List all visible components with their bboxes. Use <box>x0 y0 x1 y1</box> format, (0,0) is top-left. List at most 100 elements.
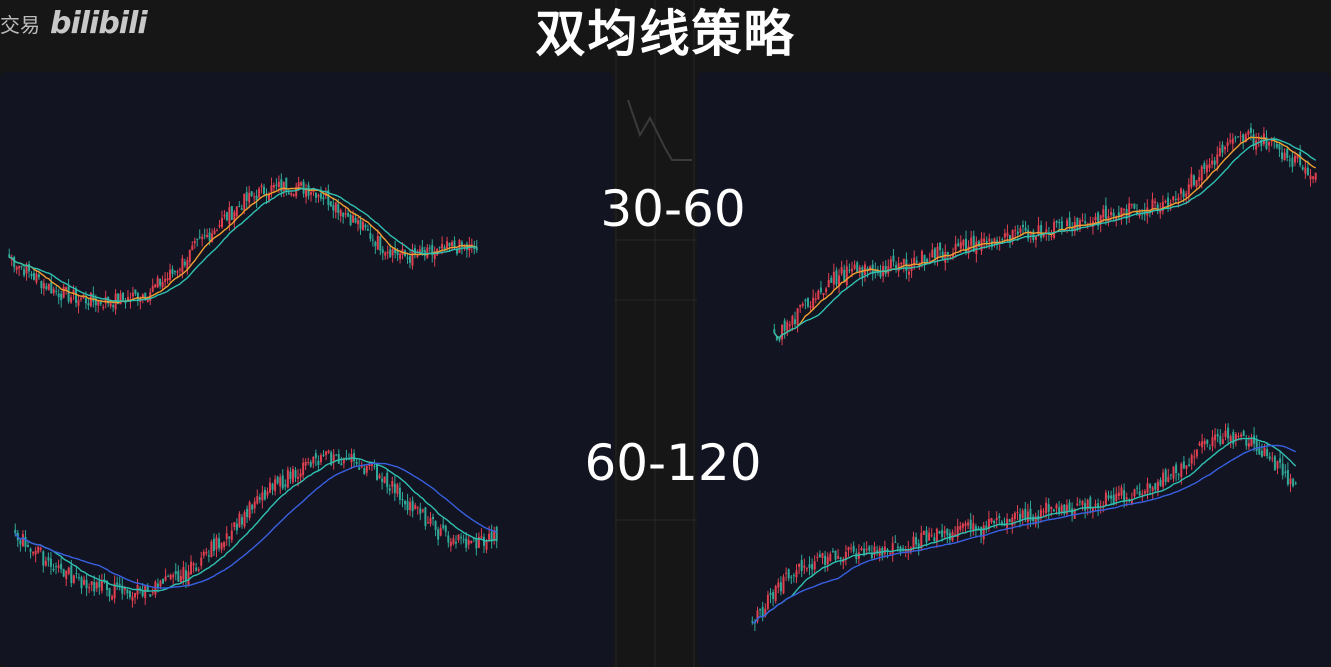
candle-body <box>1037 225 1040 236</box>
candle-body <box>284 484 287 487</box>
candle-body <box>378 475 381 479</box>
candle-body <box>1205 165 1208 173</box>
candle-body <box>102 307 105 309</box>
candle-body <box>270 185 273 192</box>
candle-body <box>1011 517 1014 526</box>
candle-body <box>900 263 903 265</box>
candle-body <box>452 538 455 544</box>
candle-body <box>32 551 35 554</box>
candle-body <box>1288 159 1291 161</box>
candle-body <box>37 546 40 553</box>
candle-body <box>411 250 414 266</box>
candle-body <box>401 499 404 501</box>
candle-body <box>65 287 68 290</box>
candle-body <box>1242 134 1245 142</box>
candle-body <box>1263 447 1266 456</box>
candle-body <box>889 259 892 269</box>
candle-body <box>327 450 330 453</box>
candle-body <box>961 523 964 528</box>
candle-body <box>240 208 243 210</box>
candle-body <box>55 566 58 568</box>
candle-body <box>202 552 205 556</box>
candle-body <box>200 557 203 566</box>
page-title: 双均线策略 <box>535 5 796 63</box>
candle-body <box>444 525 447 532</box>
left-chart-svg <box>8 173 498 608</box>
candle-body <box>334 202 337 213</box>
candle-body <box>428 247 431 249</box>
candle-body <box>457 534 460 541</box>
candle-body <box>1159 480 1162 486</box>
candlesticks <box>8 173 478 315</box>
candle-body <box>404 500 407 505</box>
candle-body <box>822 293 825 296</box>
candle-body <box>162 578 165 584</box>
candle-body <box>1019 228 1022 233</box>
candle-body <box>1076 217 1079 229</box>
candle-body <box>181 258 184 273</box>
ma-fast-line <box>752 437 1297 624</box>
candle-body <box>21 534 24 547</box>
candle-body <box>357 220 360 225</box>
candle-body <box>309 462 312 467</box>
candle-body <box>1216 434 1219 437</box>
candle-body <box>223 541 226 548</box>
candle-body <box>442 524 445 529</box>
candle-body <box>1104 205 1107 221</box>
candle-body <box>272 185 275 188</box>
candle-body <box>339 210 342 217</box>
candle-body <box>1271 458 1274 460</box>
candle-body <box>297 476 300 479</box>
candle-body <box>32 272 35 280</box>
ma-slow-line <box>773 138 1317 339</box>
candle-body <box>808 564 811 569</box>
candle-body <box>1003 233 1006 238</box>
candle-body <box>1192 175 1195 186</box>
candle-body <box>389 249 392 258</box>
candle-body <box>195 567 198 571</box>
candle-body <box>1045 502 1048 514</box>
candle-body <box>70 565 73 584</box>
candle-body <box>191 245 194 251</box>
candle-body <box>240 517 243 525</box>
candle-body <box>467 539 470 545</box>
candle-body <box>998 516 1001 519</box>
candle-body <box>863 548 866 555</box>
candle-body <box>230 205 233 220</box>
candle-body <box>279 477 282 487</box>
candle-body <box>190 561 193 575</box>
right-chart-svg <box>751 123 1317 632</box>
candle-body <box>954 243 957 251</box>
candle-body <box>275 184 278 186</box>
candle-body <box>475 538 478 549</box>
candle-body <box>839 557 842 560</box>
candle-body <box>271 483 274 490</box>
candle-body <box>340 463 343 466</box>
candle-body <box>376 235 379 250</box>
candle-body <box>482 536 485 546</box>
candle-body <box>1143 491 1146 494</box>
candle-body <box>253 501 256 509</box>
candle-body <box>1068 502 1071 511</box>
candle-body <box>1094 216 1097 221</box>
candle-body <box>1026 511 1029 523</box>
candle-body <box>959 242 962 249</box>
candle-body <box>852 545 855 552</box>
candle-body <box>289 471 292 480</box>
candle-body <box>409 501 412 511</box>
candle-body <box>1294 482 1297 484</box>
candle-body <box>451 241 454 246</box>
candle-body <box>1138 491 1141 496</box>
candle-body <box>212 538 215 551</box>
candle-body <box>944 252 947 263</box>
candle-body <box>414 504 417 510</box>
candle-body <box>806 298 809 307</box>
candle-body <box>1060 505 1063 512</box>
candle-body <box>248 192 251 203</box>
candle-body <box>128 590 131 598</box>
candle-body <box>126 589 129 594</box>
candle-body <box>446 241 449 249</box>
candle-body <box>243 512 246 527</box>
candle-body <box>448 242 451 246</box>
candle-body <box>421 247 424 253</box>
